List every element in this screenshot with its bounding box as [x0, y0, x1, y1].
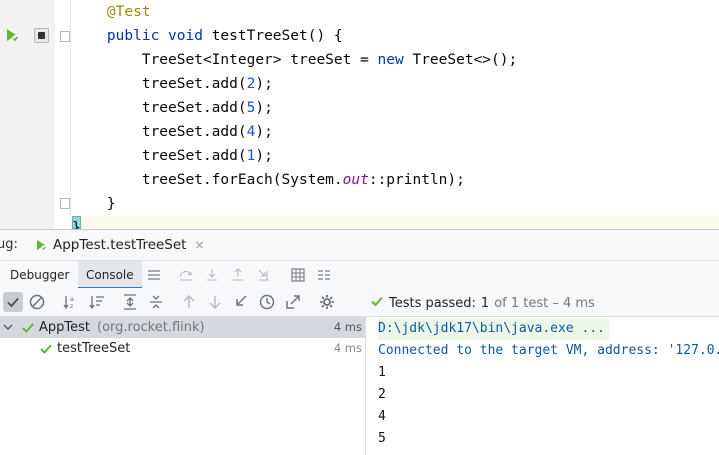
- run-test-icon[interactable]: [4, 27, 20, 43]
- svg-text:z: z: [70, 303, 73, 310]
- test-method-name: testTreeSet: [57, 341, 131, 356]
- debug-tool-window: ug: AppTest.testTreeSet × Debugger Conso…: [0, 229, 719, 455]
- sort-alpha-icon[interactable]: az: [62, 293, 80, 311]
- menu-icon[interactable]: [146, 267, 162, 283]
- debug-tabs-bar: Debugger Console: [0, 260, 719, 290]
- console-output-line: 4: [378, 409, 386, 424]
- run-config-icon: [35, 239, 47, 251]
- checkmark-icon: [39, 338, 53, 366]
- debug-window-label: ug:: [0, 237, 18, 252]
- console-command-line: D:\jdk\jdk17\bin\java.exe ...: [378, 318, 609, 340]
- fold-icon[interactable]: [60, 198, 70, 209]
- test-runner-toolbar: az Tests passed: 1 of 1 test – 4 ms: [0, 288, 719, 317]
- code-line: treeSet.add(4);: [141, 124, 273, 140]
- checkmark-icon[interactable]: [3, 292, 23, 312]
- editor-gutter: [0, 0, 55, 229]
- test-class-package: (org.rocket.flink): [97, 320, 205, 335]
- code-line: public void testTreeSet() {: [106, 28, 343, 44]
- svg-text:a: a: [70, 296, 74, 303]
- code-line: }: [106, 196, 116, 212]
- test-tree-row-testtreeset[interactable]: testTreeSet 4 ms: [0, 338, 365, 359]
- run-to-cursor-icon[interactable]: [256, 267, 272, 283]
- debug-session-tab[interactable]: AppTest.testTreeSet ×: [35, 230, 205, 260]
- previous-failed-icon[interactable]: [180, 293, 198, 311]
- code-line: treeSet.add(5);: [141, 100, 273, 116]
- console-output[interactable]: D:\jdk\jdk17\bin\java.exe ... Connected …: [366, 317, 719, 455]
- restore-layout-icon[interactable]: [316, 267, 332, 283]
- checkmark-icon: [370, 294, 384, 312]
- caret-line-highlight: [70, 216, 719, 229]
- code-line: TreeSet<Integer> treeSet = new TreeSet<>…: [141, 52, 518, 68]
- test-results-tree: AppTest (org.rocket.flink) 4 ms testTree…: [0, 317, 366, 455]
- code-line: treeSet.add(2);: [141, 76, 273, 92]
- test-duration: 4 ms: [333, 341, 362, 355]
- code-editor[interactable]: @Test public void testTreeSet() { TreeSe…: [0, 0, 719, 229]
- evaluate-icon[interactable]: [290, 267, 306, 283]
- code-line: @Test: [106, 4, 151, 20]
- console-output-line: 2: [378, 387, 386, 402]
- import-tests-icon[interactable]: [232, 293, 250, 311]
- breakpoint-icon[interactable]: [34, 28, 49, 43]
- test-tree-row-apptest[interactable]: AppTest (org.rocket.flink) 4 ms: [0, 317, 365, 338]
- console-output-line: 5: [378, 431, 386, 446]
- debug-session-label: AppTest.testTreeSet: [53, 237, 187, 253]
- collapse-all-icon[interactable]: [147, 293, 165, 311]
- fold-icon[interactable]: [60, 31, 70, 42]
- history-icon[interactable]: [258, 293, 276, 311]
- code-line: }: [72, 220, 81, 229]
- next-failed-icon[interactable]: [206, 293, 224, 311]
- expand-all-icon[interactable]: [121, 293, 139, 311]
- step-into-icon[interactable]: [204, 267, 220, 283]
- test-duration: 4 ms: [333, 320, 362, 334]
- export-icon[interactable]: [284, 293, 302, 311]
- tab-debugger[interactable]: Debugger: [10, 261, 69, 289]
- console-output-line: 1: [378, 365, 386, 380]
- tests-passed-count: 1: [480, 295, 490, 311]
- tab-console[interactable]: Console: [78, 261, 142, 289]
- tests-passed-label: Tests passed:: [389, 295, 476, 311]
- stop-icon[interactable]: [28, 293, 46, 311]
- tests-passed-summary: of 1 test – 4 ms: [494, 295, 595, 311]
- debug-title-bar: ug: AppTest.testTreeSet ×: [0, 230, 719, 260]
- step-over-icon[interactable]: [178, 267, 194, 283]
- tests-status: Tests passed: 1 of 1 test – 4 ms: [370, 294, 595, 312]
- settings-icon[interactable]: [318, 293, 336, 311]
- test-class-name: AppTest: [39, 320, 90, 335]
- code-line: treeSet.forEach(System.out::println);: [141, 172, 465, 188]
- sort-duration-icon[interactable]: [88, 293, 106, 311]
- step-out-icon[interactable]: [230, 267, 246, 283]
- close-icon[interactable]: ×: [194, 238, 204, 252]
- console-connected-line: Connected to the target VM, address: '12…: [378, 343, 719, 358]
- code-line: treeSet.add(1);: [141, 148, 273, 164]
